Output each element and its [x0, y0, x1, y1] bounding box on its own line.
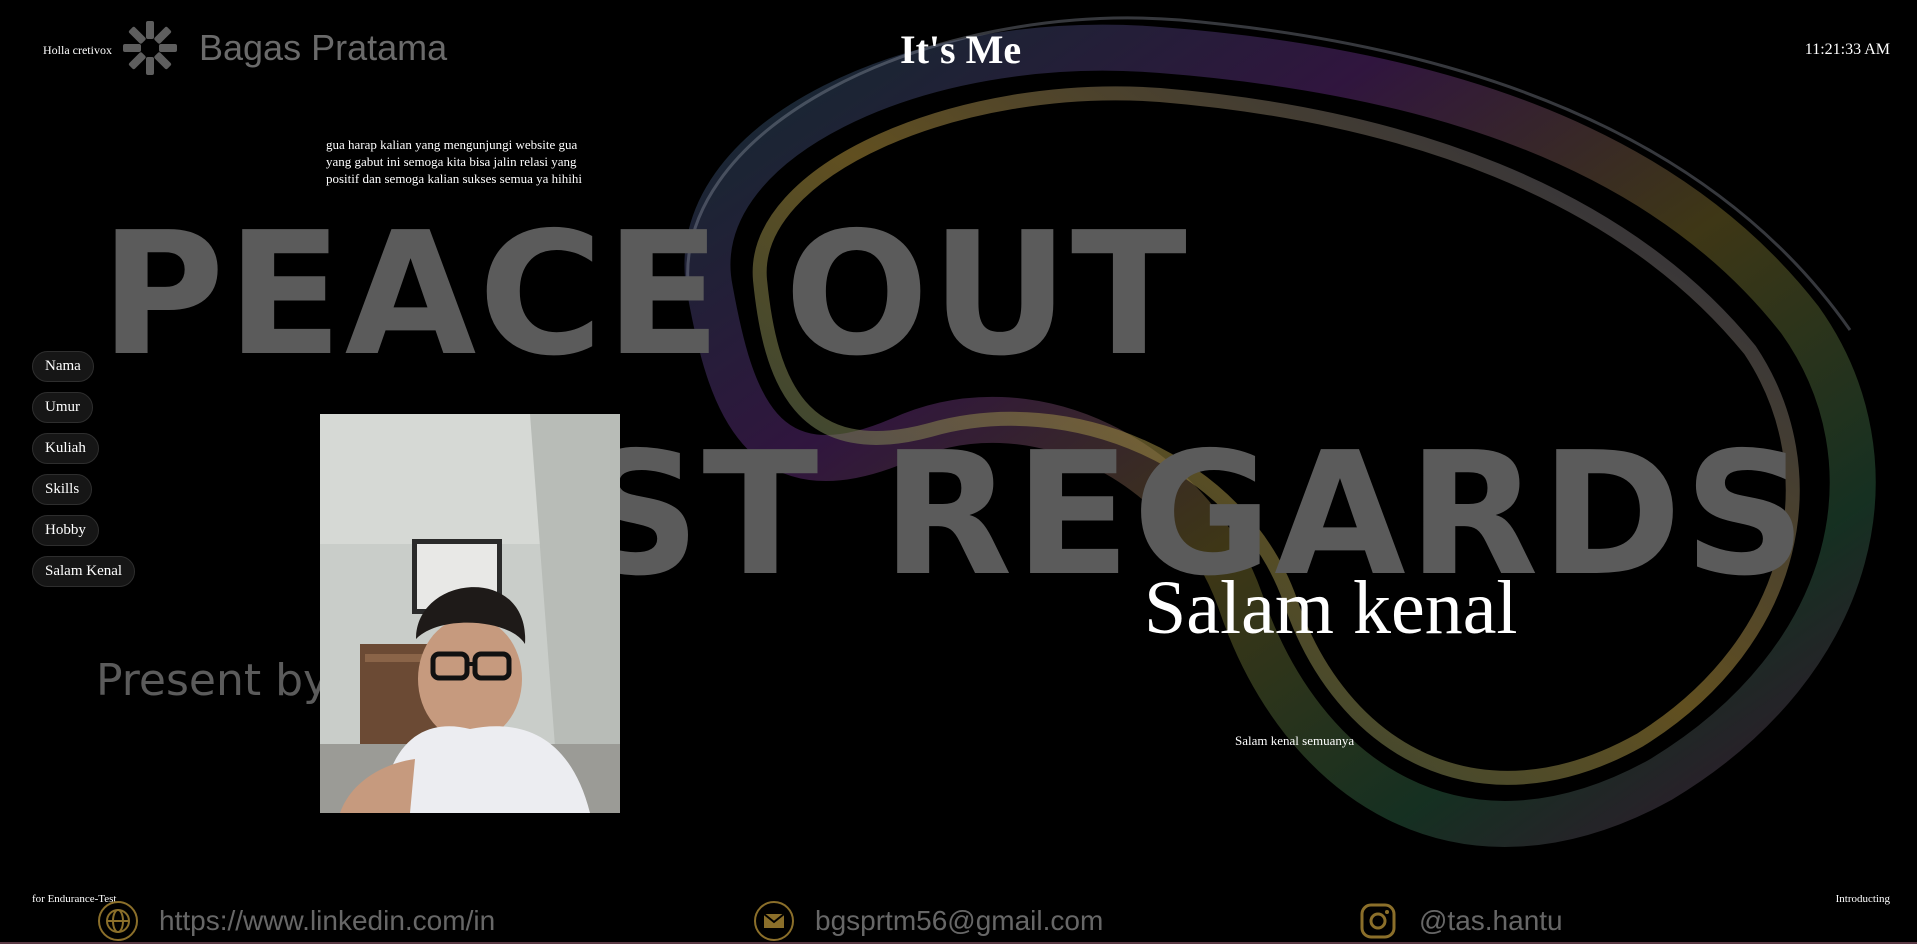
- section-subtitle: Salam kenal semuanya: [1235, 733, 1355, 748]
- instagram-icon: [1360, 903, 1396, 939]
- brand-logo-icon: [123, 21, 177, 75]
- nav-item-hobby[interactable]: Hobby: [32, 515, 99, 546]
- nav-item-umur[interactable]: Umur: [32, 392, 93, 423]
- contact-linkedin-text: https://www.linkedin.com/in: [159, 905, 496, 936]
- contact-instagram-text: @tas.hantu: [1419, 905, 1563, 936]
- page-title: It's Me: [900, 27, 1022, 72]
- contact-linkedin[interactable]: https://www.linkedin.com/in: [97, 900, 495, 942]
- intro-paragraph: gua harap kalian yang mengunjungi websit…: [326, 137, 582, 186]
- mail-icon: [754, 901, 794, 941]
- globe-icon: [98, 901, 138, 941]
- present-by-text: Present by: [96, 655, 330, 706]
- clock-time: 11:21:33 AM: [1804, 41, 1890, 58]
- section-title: Salam kenal: [1144, 566, 1518, 650]
- nav-item-kuliah[interactable]: Kuliah: [32, 433, 99, 464]
- contact-instagram[interactable]: @tas.hantu: [1357, 900, 1563, 942]
- nav-item-salam-kenal[interactable]: Salam Kenal: [32, 556, 136, 587]
- greeting-text: Holla cretivox: [43, 43, 112, 57]
- contact-email[interactable]: bgsprtm56@gmail.com: [753, 900, 1103, 942]
- hero-headline-peace-out: PEACE OUT: [100, 196, 1189, 394]
- profile-photo: [320, 414, 620, 813]
- side-nav: Nama Umur Kuliah Skills Hobby Salam Kena…: [32, 351, 136, 597]
- brand-name: Bagas Pratama: [199, 27, 448, 68]
- contact-email-text: bgsprtm56@gmail.com: [815, 905, 1104, 936]
- nav-item-nama[interactable]: Nama: [32, 351, 94, 382]
- nav-item-skills[interactable]: Skills: [32, 474, 93, 505]
- footer-right-text: Introducting: [1835, 893, 1890, 905]
